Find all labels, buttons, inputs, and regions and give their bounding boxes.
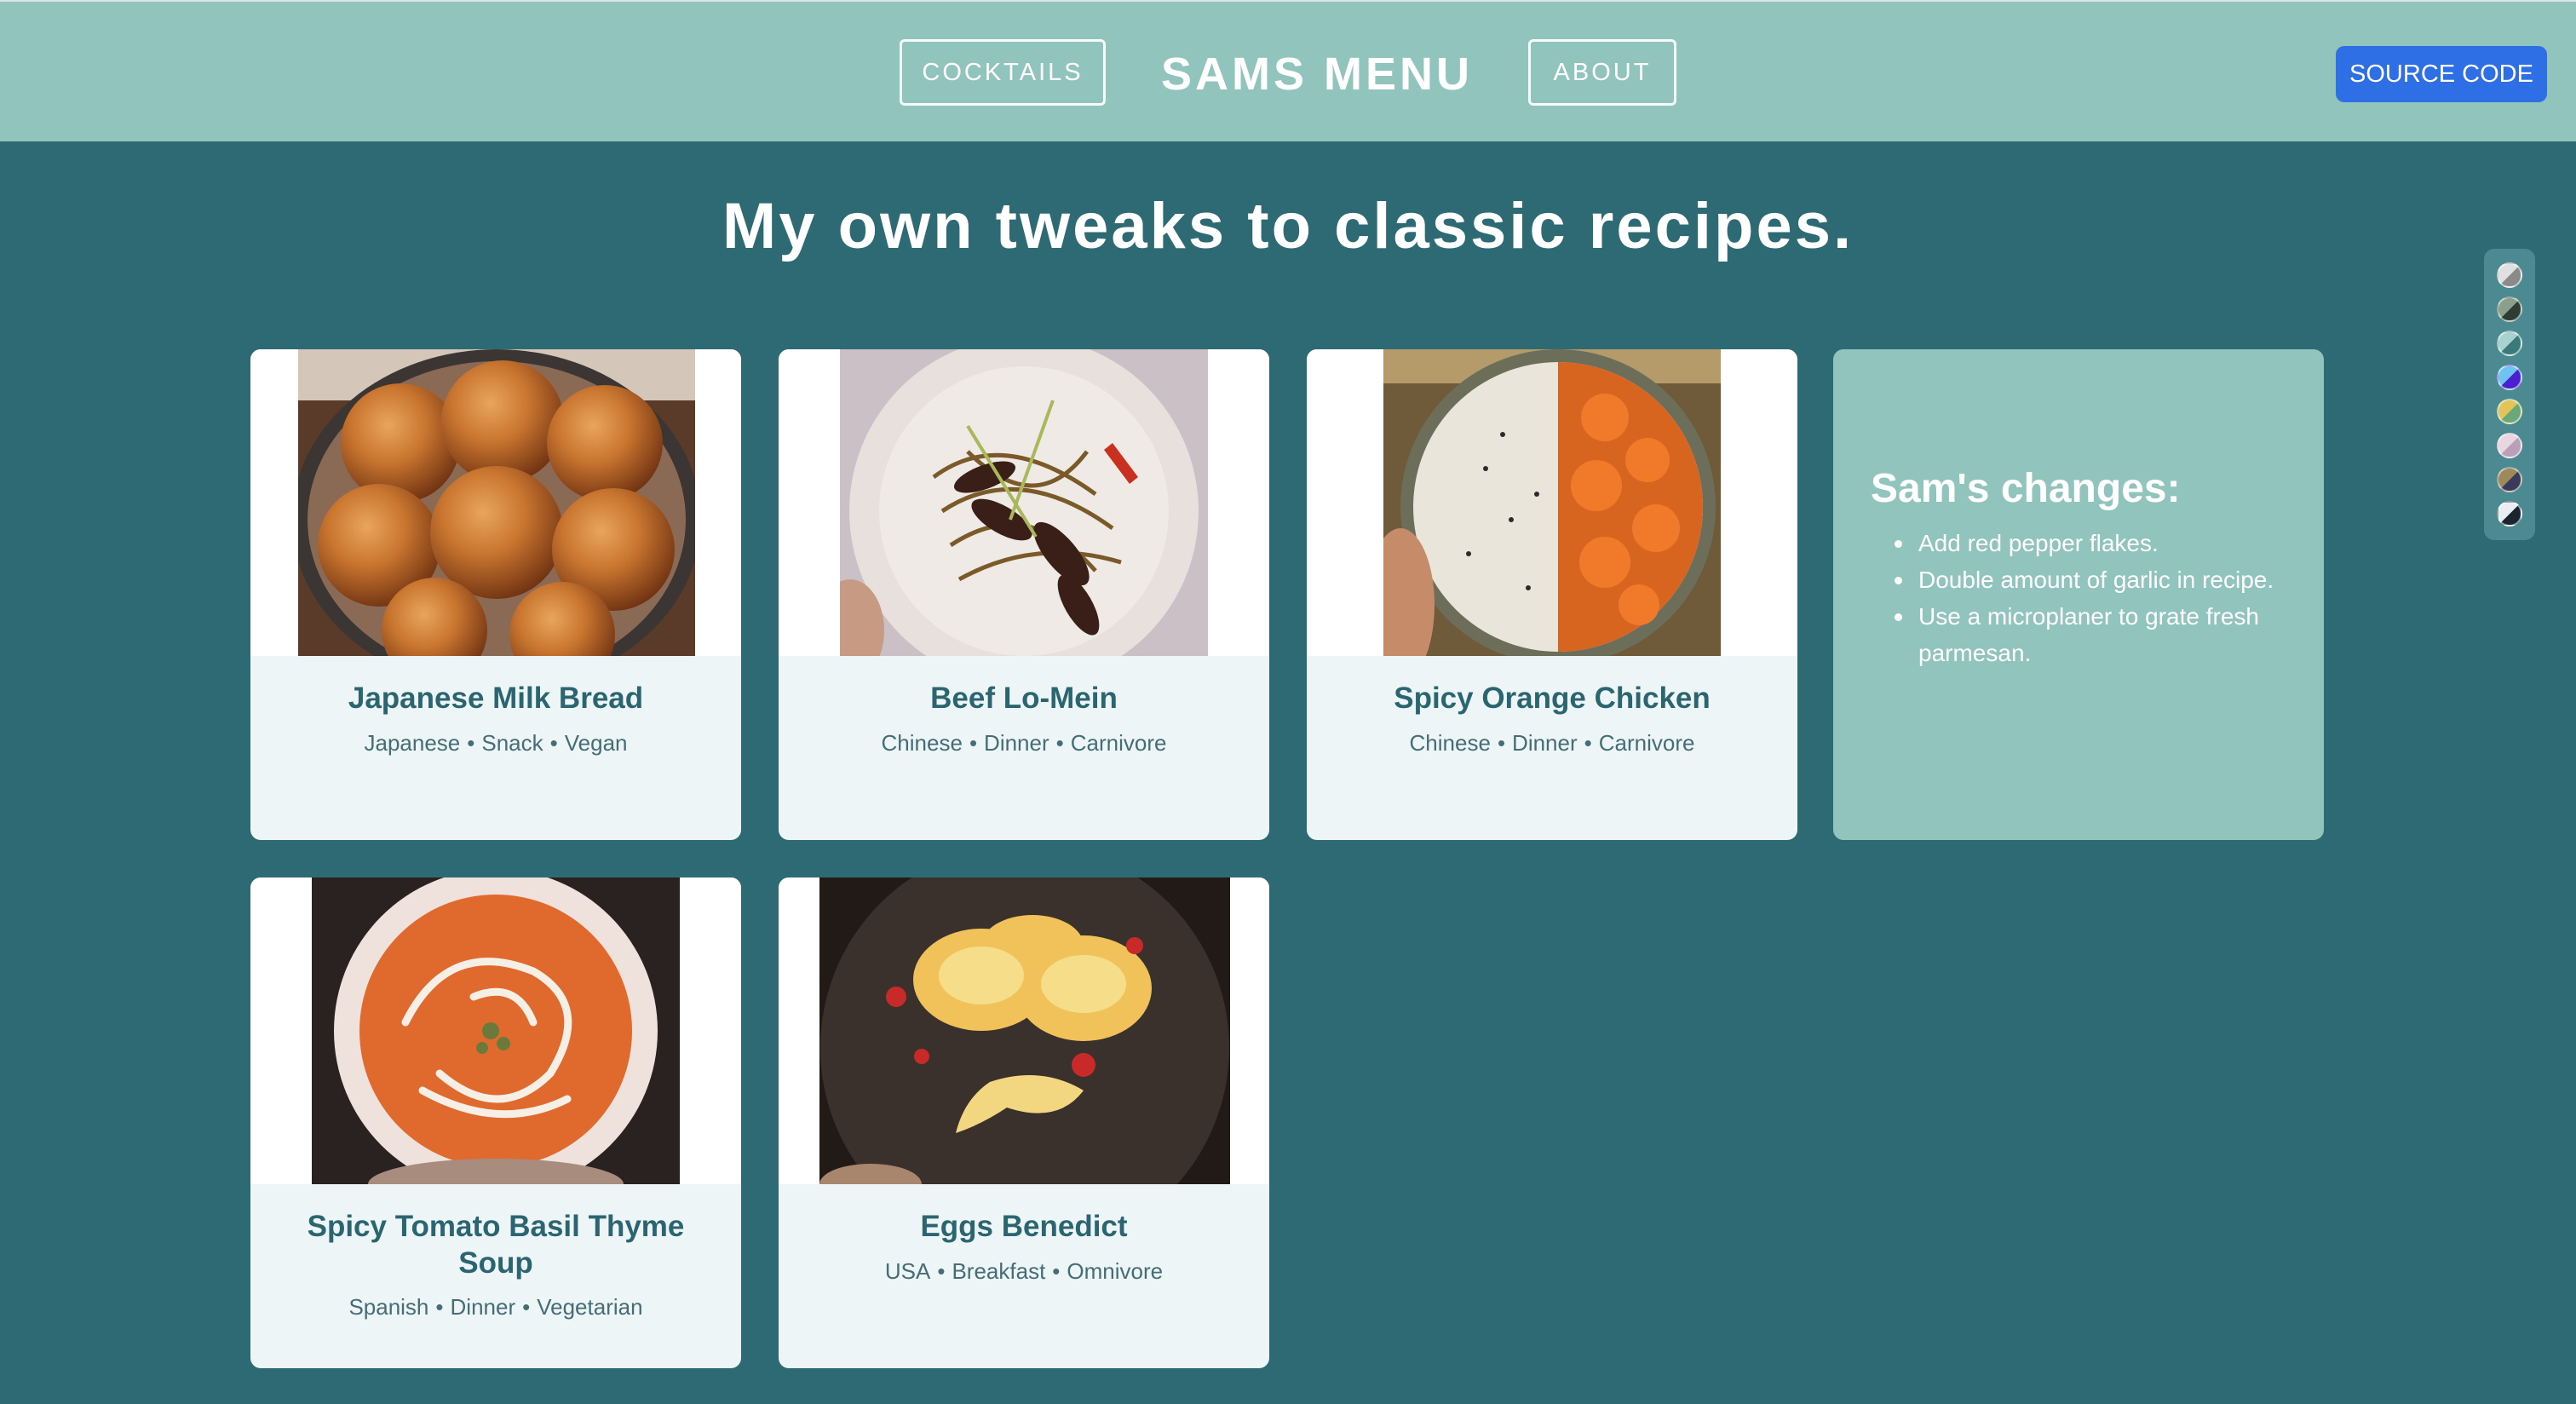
recipe-image-frame <box>779 878 1269 1184</box>
tag-separator: • <box>1497 730 1506 756</box>
milk-bread-photo <box>298 349 695 656</box>
tag-separator: • <box>1052 1258 1061 1284</box>
recipe-card[interactable]: Beef Lo-Mein Chinese • Dinner • Carnivore <box>779 349 1269 840</box>
tag-separator: • <box>522 1294 531 1320</box>
changes-item: Double amount of garlic in recipe. <box>1871 561 2297 598</box>
tag-diet: Omnivore <box>1067 1258 1164 1284</box>
tag-meal: Dinner <box>1512 730 1578 756</box>
recipe-tags: USA • Breakfast • Omnivore <box>796 1257 1252 1285</box>
recipe-card[interactable]: Spicy Orange Chicken Chinese • Dinner • Carn… <box>1307 349 1797 840</box>
recipe-title[interactable]: Japanese Milk Bread <box>285 680 707 716</box>
recipe-title[interactable]: Eggs Benedict <box>813 1208 1235 1245</box>
tag-cuisine: Spanish <box>348 1294 429 1320</box>
tag-diet: Carnivore <box>1070 730 1167 756</box>
theme-palette <box>2484 249 2535 540</box>
tag-meal: Dinner <box>450 1294 516 1320</box>
theme-swatch[interactable] <box>2497 365 2522 390</box>
tomato-soup-photo <box>312 878 680 1184</box>
tag-separator: • <box>1055 730 1064 756</box>
recipe-tags: Japanese • Snack • Vegan <box>267 729 724 757</box>
lo-mein-photo <box>840 349 1208 656</box>
recipe-title[interactable]: Spicy Tomato Basil Thyme Soup <box>285 1208 707 1281</box>
recipe-image-frame <box>779 349 1269 656</box>
tag-diet: Vegan <box>564 730 628 756</box>
tag-separator: • <box>467 730 475 756</box>
nav-about-button[interactable]: ABOUT <box>1528 39 1676 106</box>
eggs-benedict-photo <box>819 878 1230 1184</box>
tag-cuisine: Chinese <box>881 730 963 756</box>
theme-swatch[interactable] <box>2497 433 2522 458</box>
sams-changes-card: Sam's changes: Add red pepper flakes. Do… <box>1833 349 2324 840</box>
tag-meal: Snack <box>481 730 543 756</box>
changes-item: Use a microplaner to grate fresh parmesa… <box>1871 598 2297 671</box>
theme-swatch[interactable] <box>2497 501 2522 526</box>
theme-swatch[interactable] <box>2497 296 2522 322</box>
recipe-image-frame <box>1307 349 1797 656</box>
recipe-tags: Chinese • Dinner • Carnivore <box>796 729 1252 757</box>
page-title: My own tweaks to classic recipes. <box>722 190 1854 262</box>
recipe-image-frame <box>250 878 741 1184</box>
tag-diet: Vegetarian <box>537 1294 643 1320</box>
recipe-image-frame <box>250 349 741 656</box>
tag-cuisine: USA <box>884 1258 931 1284</box>
theme-swatch[interactable] <box>2497 399 2522 424</box>
recipe-card[interactable]: Japanese Milk Bread Japanese • Snack • Vegan <box>250 349 741 840</box>
recipe-card[interactable]: Spicy Tomato Basil Thyme Soup Spanish • Di… <box>250 878 741 1368</box>
site-brand[interactable]: SAMS MENU <box>1133 46 1501 102</box>
tag-separator: • <box>937 1258 946 1284</box>
tag-meal: Breakfast <box>952 1258 1046 1284</box>
changes-item: Add red pepper flakes. <box>1871 525 2297 561</box>
recipe-title[interactable]: Spicy Orange Chicken <box>1341 680 1763 716</box>
changes-title: Sam's changes: <box>1871 466 2181 511</box>
nav-cocktails-button[interactable]: COCKTAILS <box>900 39 1106 106</box>
theme-swatch[interactable] <box>2497 467 2522 492</box>
changes-list: Add red pepper flakes. Double amount of … <box>1871 525 2297 671</box>
recipe-card[interactable]: Eggs Benedict USA • Breakfast • Omnivore <box>779 878 1269 1368</box>
theme-swatch[interactable] <box>2497 262 2522 288</box>
tag-separator: • <box>435 1294 444 1320</box>
recipe-tags: Spanish • Dinner • Vegetarian <box>267 1293 724 1321</box>
tag-cuisine: Japanese <box>364 730 461 756</box>
recipe-title[interactable]: Beef Lo-Mein <box>813 680 1235 716</box>
tag-meal: Dinner <box>984 730 1049 756</box>
tag-separator: • <box>549 730 558 756</box>
tag-diet: Carnivore <box>1598 730 1695 756</box>
orange-chicken-photo <box>1383 349 1721 656</box>
top-nav-bar: COCKTAILS SAMS MENU ABOUT SOURCE CODE <box>0 0 2576 141</box>
recipe-tags: Chinese • Dinner • Carnivore <box>1324 729 1780 757</box>
tag-separator: • <box>969 730 978 756</box>
source-code-button[interactable]: SOURCE CODE <box>2336 46 2547 102</box>
tag-cuisine: Chinese <box>1409 730 1491 756</box>
theme-swatch[interactable] <box>2497 331 2522 356</box>
tag-separator: • <box>1584 730 1592 756</box>
